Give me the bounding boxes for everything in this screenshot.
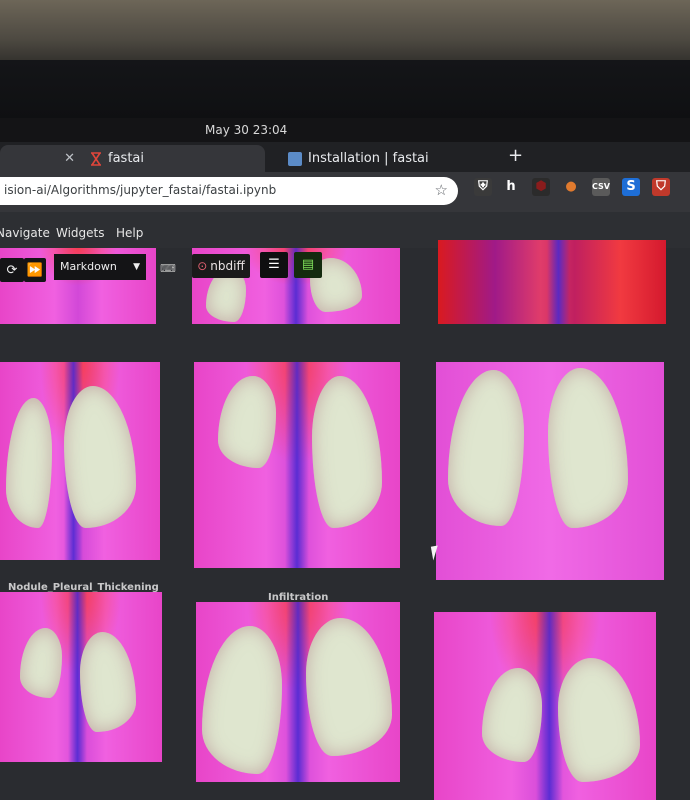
system-clock[interactable]: May 30 23:04 <box>205 123 287 137</box>
tab-title: fastai <box>108 151 144 166</box>
address-bar: ision-ai/Algorithms/jupyter_fastai/fasta… <box>0 172 690 212</box>
tab-title: Installation | fastai <box>308 151 429 166</box>
list-icon[interactable]: ☰ <box>260 252 288 278</box>
chevron-down-icon: ▼ <box>133 262 140 272</box>
url-text: ision-ai/Algorithms/jupyter_fastai/fasta… <box>4 183 277 197</box>
cell-type-select[interactable]: Markdown ▼ <box>54 254 146 280</box>
xray-tile-mid-3 <box>436 362 664 580</box>
clock-icon: ⊙ <box>197 259 208 273</box>
menu-help[interactable]: Help <box>116 226 143 240</box>
url-field[interactable]: ision-ai/Algorithms/jupyter_fastai/fasta… <box>0 177 458 205</box>
xray-tile-mid-1 <box>0 362 160 560</box>
fast-forward-icon[interactable]: ⏩ <box>24 258 46 282</box>
xray-tile-bot-3 <box>434 612 656 800</box>
star-icon[interactable]: ☆ <box>435 181 448 199</box>
hourglass-icon <box>91 151 101 166</box>
xray-tile-mid-2 <box>194 362 400 568</box>
h-icon[interactable]: h <box>502 178 520 196</box>
shield-icon[interactable]: ⛨ <box>474 178 492 196</box>
nbdiff-button[interactable]: ⊙ nbdiff <box>192 254 250 278</box>
ublock-icon[interactable]: ⛉ <box>652 178 670 196</box>
xray-tile-bot-1 <box>0 592 162 762</box>
xray-tile-top-3 <box>438 240 666 324</box>
nbdiff-label: nbdiff <box>210 259 245 273</box>
menu-navigate[interactable]: Navigate <box>0 226 50 240</box>
block-icon[interactable]: ⬢ <box>532 178 550 196</box>
tab-installation[interactable]: Installation | fastai <box>280 145 480 172</box>
xray-tile-bot-2 <box>196 602 400 782</box>
grid-list-icon[interactable]: ▤ <box>294 252 322 278</box>
menu-widgets[interactable]: Widgets <box>56 226 105 240</box>
doc-icon <box>288 151 302 166</box>
close-icon[interactable]: ✕ <box>64 151 75 166</box>
tab-strip: fastai ✕ Installation | fastai <box>0 142 690 172</box>
new-tab-icon[interactable]: + <box>508 142 523 172</box>
tab-fastai[interactable]: fastai ✕ <box>0 145 265 172</box>
keyboard-icon[interactable]: ⌨ <box>160 262 176 275</box>
cookie-icon[interactable]: ● <box>562 178 580 196</box>
system-top-bar: May 30 23:04 <box>0 118 690 142</box>
cell-type-value: Markdown <box>60 260 117 273</box>
restart-icon[interactable]: ⟳ <box>0 258 24 282</box>
csv-icon[interactable]: CSV <box>592 178 610 196</box>
s-icon[interactable]: S <box>622 178 640 196</box>
